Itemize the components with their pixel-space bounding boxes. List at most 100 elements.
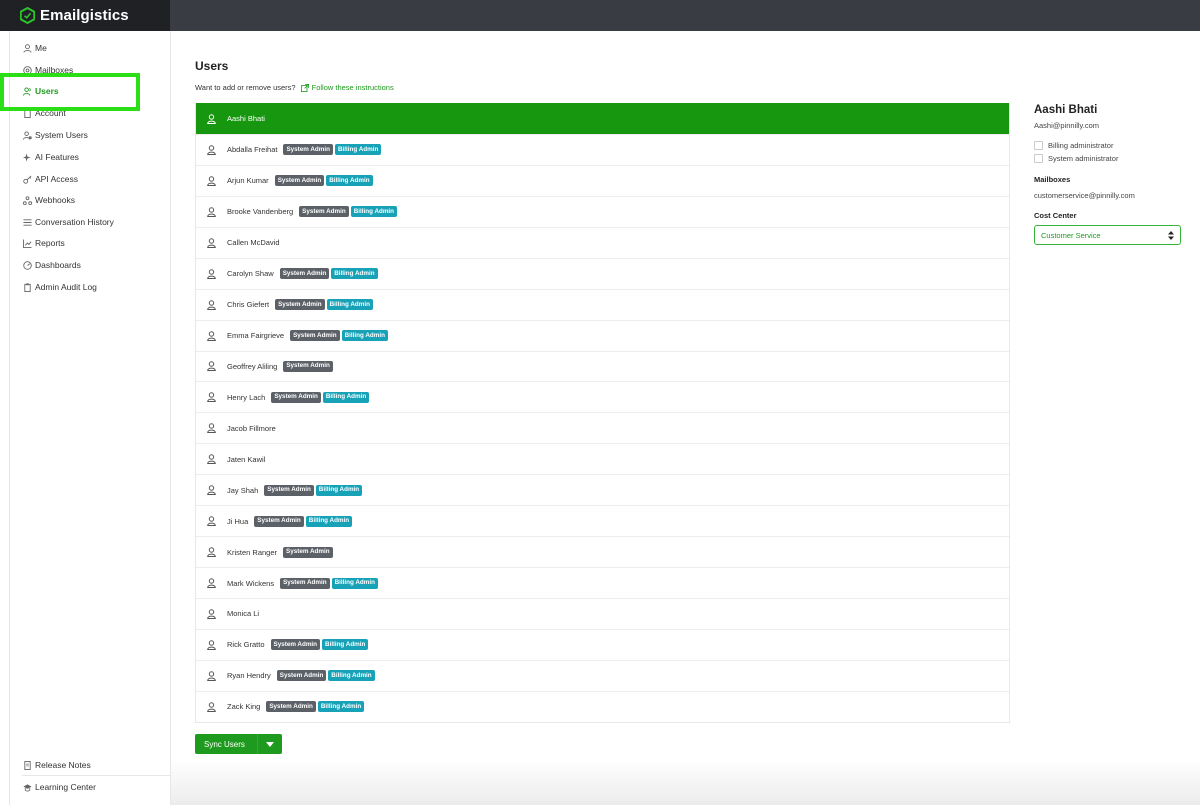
system-admin-checkbox[interactable] bbox=[1034, 154, 1043, 163]
user-row[interactable]: Jaten Kawil bbox=[196, 443, 1009, 474]
billing-admin-badge: Billing Admin bbox=[315, 484, 363, 496]
sidebar-item-reports[interactable]: Reports bbox=[22, 236, 65, 250]
billing-admin-badge: Billing Admin bbox=[326, 299, 373, 311]
user-icon bbox=[207, 299, 217, 310]
sidebar-item-label: Me bbox=[35, 43, 47, 53]
user-name: Monica Li bbox=[227, 609, 260, 619]
user-row[interactable]: Abdalla Freihat System Admin Billing Admin bbox=[196, 133, 1009, 165]
user-row[interactable]: Henry Lach System Admin Billing Admin bbox=[196, 381, 1009, 412]
user-row[interactable]: Rick Gratto System Admin Billing Admin bbox=[196, 628, 1009, 660]
user-row[interactable]: Chris Giefert System Admin Billing Admin bbox=[196, 288, 1009, 320]
page-title: Users bbox=[195, 59, 229, 73]
system-admin-badge: System Admin bbox=[266, 701, 316, 713]
user-name: Arjun Kumar bbox=[227, 176, 269, 186]
sidebar-item-label: Users bbox=[35, 86, 59, 96]
sidebar-item-mailboxes[interactable]: Mailboxes bbox=[22, 63, 73, 77]
user-icon bbox=[207, 392, 217, 403]
user-icon bbox=[207, 516, 217, 527]
key-icon bbox=[22, 174, 32, 184]
user-icon bbox=[207, 268, 217, 279]
user-row[interactable]: Jay Shah System Admin Billing Admin bbox=[196, 474, 1009, 505]
user-row[interactable]: Aashi Bhati bbox=[196, 103, 1009, 134]
system-admin-badge: System Admin bbox=[254, 515, 304, 527]
sidebar-item-label: Dashboards bbox=[35, 260, 81, 270]
user-name: Ji Hua bbox=[227, 516, 249, 526]
sidebar-item-label: AI Features bbox=[35, 152, 79, 162]
list-icon bbox=[22, 217, 32, 227]
billing-admin-badge: Billing Admin bbox=[341, 330, 388, 342]
sidebar-item-dashboards[interactable]: Dashboards bbox=[22, 258, 81, 272]
billing-admin-badge: Billing Admin bbox=[350, 206, 398, 218]
sidebar-item-conversation-history[interactable]: Conversation History bbox=[22, 215, 114, 229]
user-name: Emma Fairgrieve bbox=[227, 331, 285, 341]
system-admin-checkbox-row[interactable]: System administrator bbox=[1034, 154, 1118, 163]
selected-user-name: Aashi Bhati bbox=[1034, 104, 1098, 116]
sidebar-item-ai-features[interactable]: AI Features bbox=[22, 150, 79, 164]
user-row[interactable]: Carolyn Shaw System Admin Billing Admin bbox=[196, 257, 1009, 289]
billing-admin-badge: Billing Admin bbox=[305, 515, 353, 527]
sidebar-item-me[interactable]: Me bbox=[22, 41, 47, 55]
user-row[interactable]: Kristen Ranger System Admin bbox=[196, 536, 1009, 567]
user-row[interactable]: Mark Wickens System Admin Billing Admin bbox=[196, 567, 1009, 598]
user-row[interactable]: Arjun Kumar System Admin Billing Admin bbox=[196, 164, 1009, 196]
billing-admin-badge: Billing Admin bbox=[322, 391, 370, 403]
follow-instructions-link[interactable]: Follow these instructions bbox=[300, 83, 394, 92]
user-name: Abdalla Freihat bbox=[227, 145, 278, 155]
user-icon bbox=[207, 454, 217, 465]
user-icon bbox=[22, 43, 32, 53]
app-name: Emailgistics bbox=[40, 7, 129, 24]
user-row[interactable]: Ji Hua System Admin Billing Admin bbox=[196, 505, 1009, 536]
user-icon bbox=[207, 485, 217, 496]
system-admin-badge: System Admin bbox=[275, 299, 325, 311]
user-row[interactable]: Brooke Vandenberg System Admin Billing Adm… bbox=[196, 195, 1009, 227]
sidebar-item-account[interactable]: Account bbox=[22, 106, 66, 120]
system-admin-badge: System Admin bbox=[276, 670, 327, 682]
user-row[interactable]: Geoffrey Aliling System Admin bbox=[196, 350, 1009, 382]
clipboard-icon bbox=[22, 282, 32, 292]
system-admin-badge: System Admin bbox=[271, 391, 321, 403]
billing-admin-badge: Billing Admin bbox=[322, 639, 369, 651]
user-name: Zack King bbox=[227, 702, 261, 712]
user-row[interactable]: Callen McDavid bbox=[196, 226, 1009, 258]
billing-admin-badge: Billing Admin bbox=[334, 144, 382, 156]
billing-admin-badge: Billing Admin bbox=[328, 670, 375, 682]
user-name: Rick Gratto bbox=[227, 640, 265, 650]
user-icon bbox=[207, 671, 217, 681]
user-icon bbox=[207, 114, 217, 124]
caret-down-icon bbox=[266, 741, 274, 747]
brand-logo[interactable]: Emailgistics bbox=[0, 0, 170, 31]
sidebar-item-api-access[interactable]: API Access bbox=[22, 172, 78, 186]
billing-admin-badge: Billing Admin bbox=[326, 175, 373, 187]
sidebar-item-admin-audit-log[interactable]: Admin Audit Log bbox=[22, 280, 97, 294]
user-row[interactable]: Ryan Hendry System Admin Billing Admin bbox=[196, 659, 1009, 691]
user-row[interactable]: Jacob Fillmore bbox=[196, 412, 1009, 443]
user-icon bbox=[207, 176, 217, 186]
user-name: Carolyn Shaw bbox=[227, 269, 274, 279]
mailboxes-heading: Mailboxes bbox=[1034, 175, 1071, 184]
sync-dropdown-toggle[interactable] bbox=[257, 734, 282, 754]
external-link-icon bbox=[300, 83, 309, 92]
webhook-icon bbox=[22, 195, 32, 205]
billing-admin-badge: Billing Admin bbox=[317, 701, 365, 713]
user-icon bbox=[207, 330, 217, 341]
user-name: Jaten Kawil bbox=[227, 454, 266, 464]
sidebar-item-system-users[interactable]: System Users bbox=[22, 128, 88, 142]
system-admin-badge: System Admin bbox=[280, 577, 330, 589]
sidebar-item-webhooks[interactable]: Webhooks bbox=[22, 193, 75, 207]
cost-center-select[interactable]: Customer Service bbox=[1034, 225, 1181, 245]
system-users-icon bbox=[22, 130, 32, 140]
billing-admin-checkbox[interactable] bbox=[1034, 141, 1043, 150]
sidebar-item-users[interactable]: Users bbox=[22, 84, 59, 98]
sync-users-button[interactable]: Sync Users bbox=[195, 734, 282, 754]
sidebar-item-label: Account bbox=[35, 108, 66, 118]
sidebar-item-learning-center[interactable]: Learning Center bbox=[22, 780, 96, 794]
cost-center-value: Customer Service bbox=[1041, 230, 1101, 240]
sidebar-item-release-notes[interactable]: Release Notes bbox=[22, 758, 91, 772]
user-row[interactable]: Monica Li bbox=[196, 598, 1009, 629]
user-name: Ryan Hendry bbox=[227, 671, 271, 681]
user-row[interactable]: Zack King System Admin Billing Admin bbox=[196, 690, 1009, 722]
user-icon bbox=[207, 640, 217, 650]
billing-admin-checkbox-row[interactable]: Billing administrator bbox=[1034, 141, 1113, 150]
user-row[interactable]: Emma Fairgrieve System Admin Billing Admin bbox=[196, 319, 1009, 351]
hint-text: Want to add or remove users? bbox=[195, 83, 296, 92]
